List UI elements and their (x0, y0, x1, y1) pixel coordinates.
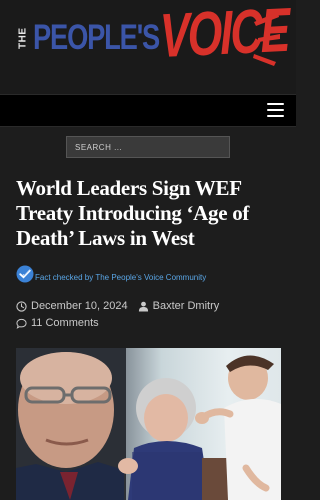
comments-link[interactable]: 11 Comments (31, 315, 99, 331)
comment-icon (16, 318, 27, 329)
search-input[interactable] (66, 136, 230, 158)
article-headline: World Leaders Sign WEF Treaty Introducin… (16, 176, 250, 250)
logo-peoples[interactable]: PEOPLE'S (33, 18, 160, 58)
article-meta: December 10, 2024 Baxter Dmitry 11 Comme… (16, 298, 280, 331)
publish-date: December 10, 2024 (31, 300, 128, 312)
search-area (0, 127, 296, 158)
article: World Leaders Sign WEF Treaty Introducin… (0, 158, 296, 331)
hero-image[interactable] (16, 348, 281, 500)
checkmark-badge-icon (16, 265, 34, 283)
author-link[interactable]: Baxter Dmitry (153, 298, 220, 314)
fact-check-link[interactable]: Fact checked by The People's Voice Commu… (35, 273, 206, 282)
site-header: THE PEOPLE'S VOICE (0, 0, 296, 94)
user-icon (138, 301, 148, 312)
logo-the: THE (17, 27, 29, 49)
clock-icon (16, 300, 27, 312)
hamburger-icon[interactable] (267, 103, 284, 118)
hero-image-illustration (16, 348, 281, 500)
meta-row-date-author: December 10, 2024 Baxter Dmitry (16, 298, 280, 314)
logo-rays-icon (253, 12, 280, 66)
nav-bar (0, 94, 296, 127)
meta-row-comments: 11 Comments (16, 315, 280, 331)
fact-check-badge[interactable]: Fact checked by The People's Voice Commu… (16, 264, 280, 284)
